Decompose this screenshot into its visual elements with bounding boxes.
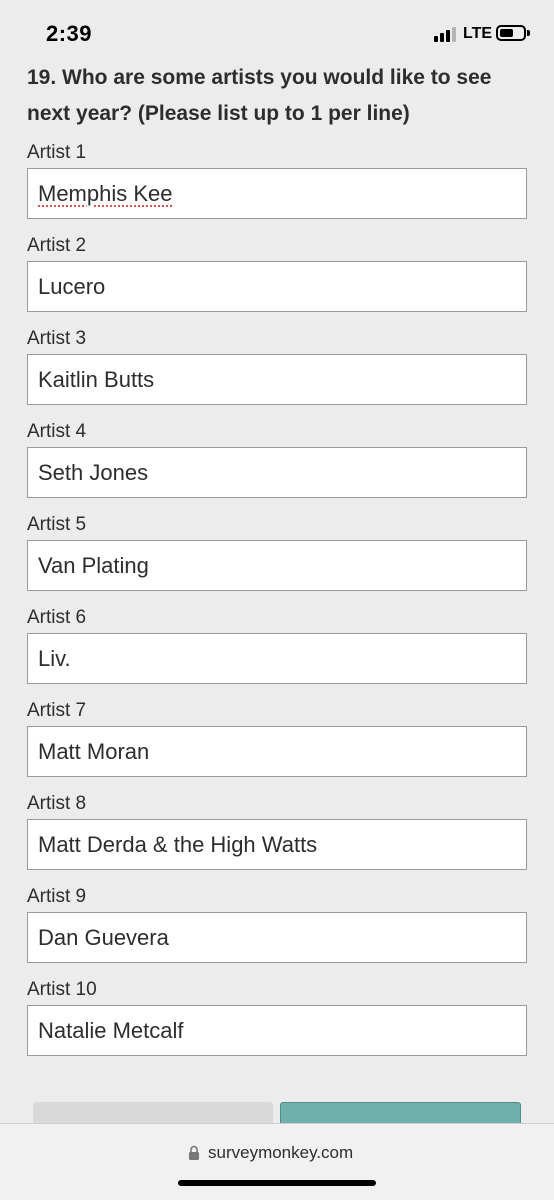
artist-2-value: Lucero bbox=[38, 273, 106, 299]
artist-4-input[interactable]: Seth Jones bbox=[27, 447, 527, 498]
artist-3-label: Artist 3 bbox=[27, 328, 87, 349]
artist-9-input[interactable]: Dan Guevera bbox=[27, 912, 527, 963]
artist-10-input[interactable]: Natalie Metcalf bbox=[27, 1005, 527, 1056]
artist-6-value: Liv. bbox=[38, 645, 71, 671]
artist-2-input[interactable]: Lucero bbox=[27, 261, 527, 312]
artist-3-value: Kaitlin Butts bbox=[38, 366, 155, 392]
artist-7-input[interactable]: Matt Moran bbox=[27, 726, 527, 777]
artist-6-input[interactable]: Liv. bbox=[27, 633, 527, 684]
home-indicator[interactable] bbox=[178, 1180, 376, 1186]
cellular-signal-icon bbox=[434, 26, 458, 42]
network-type: LTE bbox=[463, 25, 493, 42]
artist-5-value: Van Plating bbox=[38, 552, 149, 578]
artist-7-value: Matt Moran bbox=[38, 738, 150, 764]
artist-4-value: Seth Jones bbox=[38, 459, 149, 485]
artist-10-value: Natalie Metcalf bbox=[38, 1017, 184, 1043]
artist-1-input[interactable]: Memphis Kee bbox=[27, 168, 527, 219]
battery-icon bbox=[496, 25, 530, 41]
artist-4-label: Artist 4 bbox=[27, 421, 87, 442]
status-bar: 2:39 LTE bbox=[0, 0, 554, 62]
artist-6-label: Artist 6 bbox=[27, 607, 87, 628]
artist-9-value: Dan Guevera bbox=[38, 924, 169, 950]
url-text: surveymonkey.com bbox=[208, 1143, 354, 1162]
artist-5-label: Artist 5 bbox=[27, 514, 87, 535]
artist-9-label: Artist 9 bbox=[27, 886, 87, 907]
artist-8-value: Matt Derda & the High Watts bbox=[38, 831, 318, 857]
artist-7-label: Artist 7 bbox=[27, 700, 87, 721]
artist-1-label: Artist 1 bbox=[27, 142, 87, 163]
artist-5-input[interactable]: Van Plating bbox=[27, 540, 527, 591]
artist-1-value: Memphis Kee bbox=[38, 180, 173, 206]
artist-3-input[interactable]: Kaitlin Butts bbox=[27, 354, 527, 405]
artist-2-label: Artist 2 bbox=[27, 235, 87, 256]
browser-url-bar[interactable]: surveymonkey.com bbox=[0, 1123, 554, 1200]
lock-icon bbox=[189, 1145, 199, 1160]
question-title: 19. Who are some artists you would like … bbox=[27, 66, 492, 125]
artist-10-label: Artist 10 bbox=[27, 979, 97, 1000]
artist-8-input[interactable]: Matt Derda & the High Watts bbox=[27, 819, 527, 870]
artist-8-label: Artist 8 bbox=[27, 793, 87, 814]
status-time: 2:39 bbox=[46, 21, 93, 46]
